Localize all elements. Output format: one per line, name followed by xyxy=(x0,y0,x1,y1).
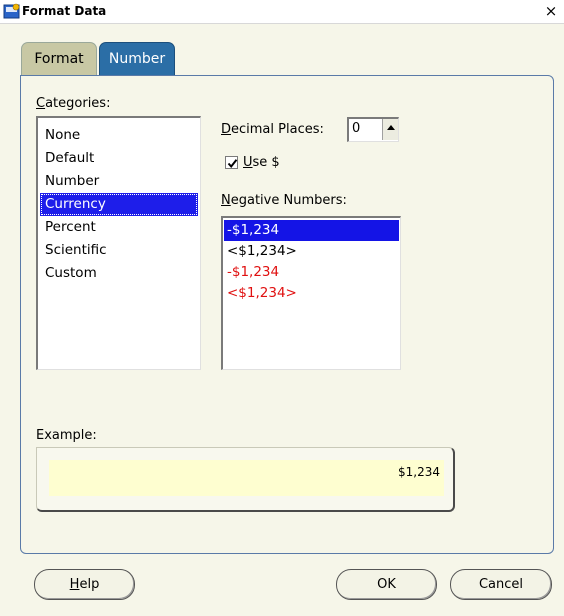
example-label: Example: xyxy=(36,428,97,443)
close-icon[interactable]: × xyxy=(544,4,558,19)
category-item-default[interactable]: Default xyxy=(40,147,198,170)
decimal-places-label: Decimal Places: xyxy=(221,122,324,137)
use-dollar-checkbox[interactable] xyxy=(225,156,238,169)
ok-button[interactable]: OK xyxy=(336,569,437,600)
decimal-places-value[interactable]: 0 xyxy=(352,121,360,136)
negative-format-item[interactable]: -$1,234 xyxy=(224,262,399,283)
title-bar: Format Data × xyxy=(0,0,564,24)
tab-format[interactable]: Format xyxy=(21,42,97,76)
negative-numbers-list[interactable]: -$1,234 <$1,234> -$1,234 <$1,234> xyxy=(221,216,401,370)
example-preview-box: $1,234 xyxy=(36,447,455,512)
example-preview-area: $1,234 xyxy=(49,460,444,496)
use-dollar-label[interactable]: Use $ xyxy=(243,155,280,170)
category-item-percent[interactable]: Percent xyxy=(40,216,198,239)
app-icon xyxy=(3,3,21,20)
help-button[interactable]: Help xyxy=(34,569,135,600)
category-item-currency[interactable]: Currency xyxy=(40,193,198,216)
categories-list[interactable]: None Default Number Currency Percent Sci… xyxy=(36,116,201,370)
negative-format-item[interactable]: <$1,234> xyxy=(224,241,399,262)
window-title: Format Data xyxy=(22,4,107,18)
negative-numbers-label: Negative Numbers: xyxy=(221,193,347,208)
example-value: $1,234 xyxy=(398,465,440,479)
spinner-up-button[interactable] xyxy=(382,119,398,140)
category-item-number[interactable]: Number xyxy=(40,170,198,193)
category-item-scientific[interactable]: Scientific xyxy=(40,239,198,262)
tab-number[interactable]: Number xyxy=(99,42,175,76)
negative-format-item[interactable]: -$1,234 xyxy=(224,220,399,241)
category-item-none[interactable]: None xyxy=(40,124,198,147)
cancel-button[interactable]: Cancel xyxy=(450,569,552,600)
category-item-custom[interactable]: Custom xyxy=(40,262,198,285)
categories-label: Categories: xyxy=(36,96,111,111)
arrow-up-icon xyxy=(387,125,395,130)
decimal-places-spinner[interactable]: 0 xyxy=(347,117,399,142)
checkmark-icon xyxy=(227,159,238,169)
negative-format-item[interactable]: <$1,234> xyxy=(224,283,399,304)
